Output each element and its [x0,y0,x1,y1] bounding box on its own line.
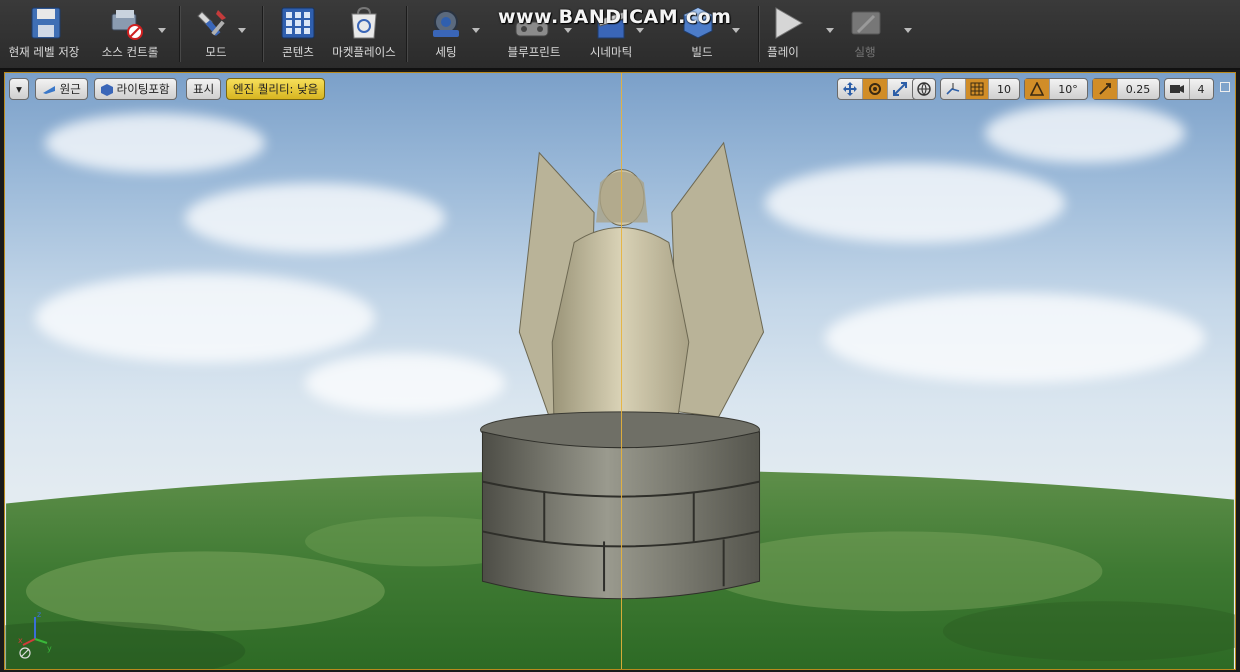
svg-text:z: z [37,610,41,619]
camera-icon [1170,85,1184,93]
settings-icon [433,10,459,37]
chevron-down-icon[interactable] [636,28,644,33]
chevron-down-icon[interactable] [564,28,572,33]
launch-label: 실행 [854,45,876,59]
source-control-label: 소스 컨트롤 [101,45,159,59]
svg-text:x: x [18,636,23,645]
content-label: 콘텐츠 [282,45,314,59]
rotation-snap-value[interactable]: 10° [1049,79,1086,99]
blueprints-label: 블루프린트 [507,45,561,59]
angle-icon [1030,82,1044,96]
coordinate-system-button[interactable] [912,78,936,100]
modes-label: 모드 [205,45,227,59]
save-level-label: 현재 레벨 저장 [8,45,80,59]
build-label: 빌드 [691,45,713,59]
chevron-down-icon[interactable] [826,28,834,33]
viewport-options-button[interactable]: ▾ [9,78,29,100]
camera-speed-group: 4 [1164,78,1214,100]
grid-snap-value[interactable]: 10 [988,79,1019,99]
scale-tool-button[interactable] [887,79,912,99]
chevron-down-icon[interactable] [904,28,912,33]
globe-icon [917,82,931,96]
save-level-button[interactable]: 현재 레벨 저장 [0,0,88,68]
modes-icon [197,10,226,37]
scale-snap-toggle[interactable] [1093,79,1117,99]
scale-snap-value[interactable]: 0.25 [1117,79,1158,99]
toolbar-divider [406,6,407,62]
maximize-viewport-icon[interactable] [1220,82,1230,92]
chevron-down-icon[interactable] [238,28,246,33]
modes-button[interactable]: 모드 [180,0,252,68]
perspective-button[interactable]: 원근 [35,78,88,100]
source-control-icon [111,10,143,40]
camera-speed-button[interactable] [1165,79,1189,99]
content-button[interactable]: 콘텐츠 [264,0,332,68]
grid-snap-toggle[interactable] [965,79,988,99]
toolbar-divider [262,6,263,62]
surface-snap-icon [946,83,960,95]
save-icon [31,7,61,39]
rotation-snap-group: 10° [1024,78,1088,100]
settings-label: 세팅 [435,45,457,59]
rotate-tool-button[interactable] [862,79,887,99]
grid-icon [970,82,984,96]
show-flags-button[interactable]: 표시 [186,78,222,100]
play-icon [775,7,804,39]
lit-sphere-icon [101,83,113,96]
perspective-icon [43,85,55,94]
lighting-mode-button[interactable]: 라이팅포함 [94,78,177,100]
chevron-down-icon[interactable] [732,28,740,33]
scene-render [5,141,1235,669]
launch-button[interactable]: 실행 [836,0,912,68]
marketplace-label: 마켓플레이스 [332,45,396,59]
grid-snap-group: 10 [940,78,1020,100]
move-arrows-icon [843,82,857,96]
scale-snap-group: 0.25 [1092,78,1160,100]
marketplace-button[interactable]: 마켓플레이스 [328,0,400,68]
camera-speed-value[interactable]: 4 [1189,79,1212,99]
lighting-mode-label: 라이팅포함 [116,82,170,96]
settings-button[interactable]: 세팅 [408,0,484,68]
svg-text:y: y [47,644,52,653]
source-control-button[interactable]: 소스 컨트롤 [88,0,172,68]
main-toolbar: 현재 레벨 저장 소스 컨트롤 모드 콘텐츠 마켓플레이스 세팅 블루프린트 시… [0,0,1240,70]
surface-snap-button[interactable] [941,79,965,99]
chevron-down-icon[interactable] [158,28,166,33]
cinematics-label: 시네마틱 [589,45,633,59]
level-viewport[interactable]: ▾ 원근 라이팅포함 표시 엔진 퀄리티: 낮음 10 10° 0.25 4 z… [4,72,1236,670]
scale-snap-icon [1099,83,1111,95]
toolbar-divider [758,6,759,62]
launch-icon [851,11,881,35]
translate-tool-button[interactable] [838,79,862,99]
recording-watermark: www.BANDICAM.com [498,6,732,28]
rotate-icon [869,83,881,95]
chevron-down-icon[interactable] [472,28,480,33]
content-icon [281,7,315,39]
perspective-label: 원근 [59,82,81,96]
marketplace-icon [351,6,377,39]
selection-guide-line [621,73,622,669]
play-label: 플레이 [767,45,799,59]
scale-icon [893,82,907,96]
engine-quality-warning[interactable]: 엔진 퀄리티: 낮음 [226,78,326,100]
rotation-snap-toggle[interactable] [1025,79,1049,99]
axis-gizmo: z x y [18,610,52,659]
play-button[interactable]: 플레이 [760,0,836,68]
